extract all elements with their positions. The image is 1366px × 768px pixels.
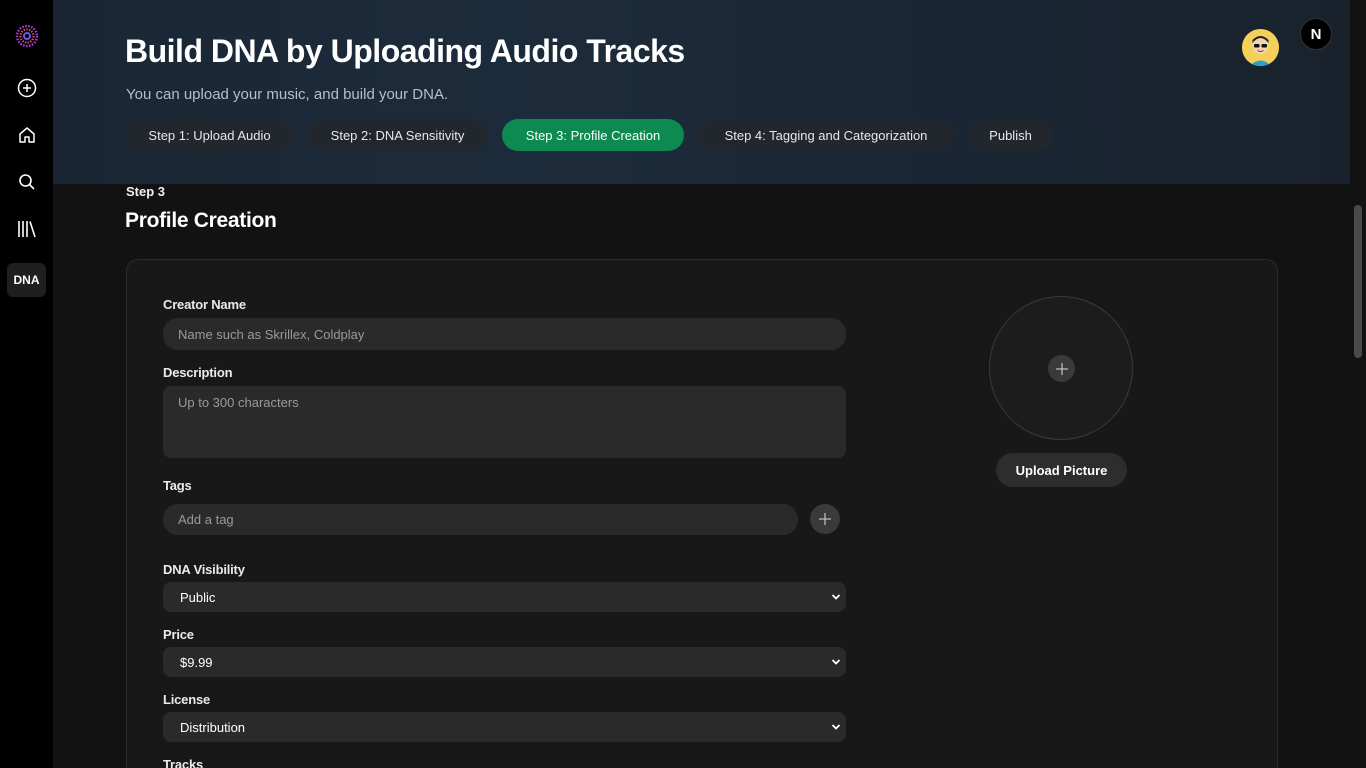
tab-publish-label: Publish [989,127,1032,143]
price-select[interactable]: $9.99 [163,647,846,677]
creator-name-input[interactable] [163,318,846,350]
tab-step-1-label: Step 1: Upload Audio [148,127,271,143]
upload-picture-label: Upload Picture [1015,462,1108,478]
plus-icon [1055,362,1068,375]
price-label: Price [163,627,194,642]
license-label: License [163,692,211,707]
description-input[interactable] [163,386,846,458]
library-icon[interactable] [7,212,46,246]
license-select[interactable]: Distribution [163,712,846,742]
tracks-label: Tracks [163,757,204,768]
search-icon[interactable] [7,165,46,199]
add-tag-button[interactable] [810,504,840,534]
tab-step-3-label: Step 3: Profile Creation [525,127,661,143]
tab-step-3[interactable]: Step 3: Profile Creation [502,119,684,151]
add-picture-button[interactable] [1048,355,1075,382]
visibility-select[interactable]: Public [163,582,846,612]
creator-name-label: Creator Name [163,297,246,312]
price-value: $9.99 [180,654,213,670]
tab-step-4[interactable]: Step 4: Tagging and Categorization [698,119,954,151]
section-title: Profile Creation [125,209,277,232]
page-subtitle: You can upload your music, and build you… [126,86,449,103]
license-value: Distribution [180,719,246,735]
plus-icon [819,513,831,525]
upload-picture-button[interactable]: Upload Picture [996,453,1127,487]
chevron-down-icon [831,594,841,600]
tag-input[interactable] [163,504,798,535]
visibility-value: Public [180,589,216,605]
tags-label: Tags [163,478,192,493]
tab-publish[interactable]: Publish [968,119,1053,151]
plus-circle-icon[interactable] [7,71,46,105]
tab-step-4-label: Step 4: Tagging and Categorization [724,127,928,143]
description-label: Description [163,365,233,380]
page-scrollbar[interactable] [1350,0,1366,768]
avatar[interactable] [1242,29,1279,66]
step-label: Step 3 [126,184,166,199]
scrollbar-thumb[interactable] [1354,205,1362,358]
account-logo-letter: N [1310,25,1322,43]
home-icon[interactable] [7,118,46,152]
chevron-down-icon [831,659,841,665]
dna-button[interactable]: DNA [7,263,46,297]
tab-step-1[interactable]: Step 1: Upload Audio [126,119,293,151]
sidebar: DNA [0,0,53,768]
tab-step-2[interactable]: Step 2: DNA Sensitivity [307,119,488,151]
page-header: Build DNA by Uploading Audio Tracks You … [53,0,1350,184]
tab-step-2-label: Step 2: DNA Sensitivity [330,127,465,143]
visibility-label: DNA Visibility [163,562,245,577]
brand-logo-icon[interactable] [7,19,46,53]
page-title: Build DNA by Uploading Audio Tracks [125,33,685,69]
chevron-down-icon [831,724,841,730]
dna-button-label: DNA [13,273,40,287]
account-logo-button[interactable]: N [1300,18,1332,50]
